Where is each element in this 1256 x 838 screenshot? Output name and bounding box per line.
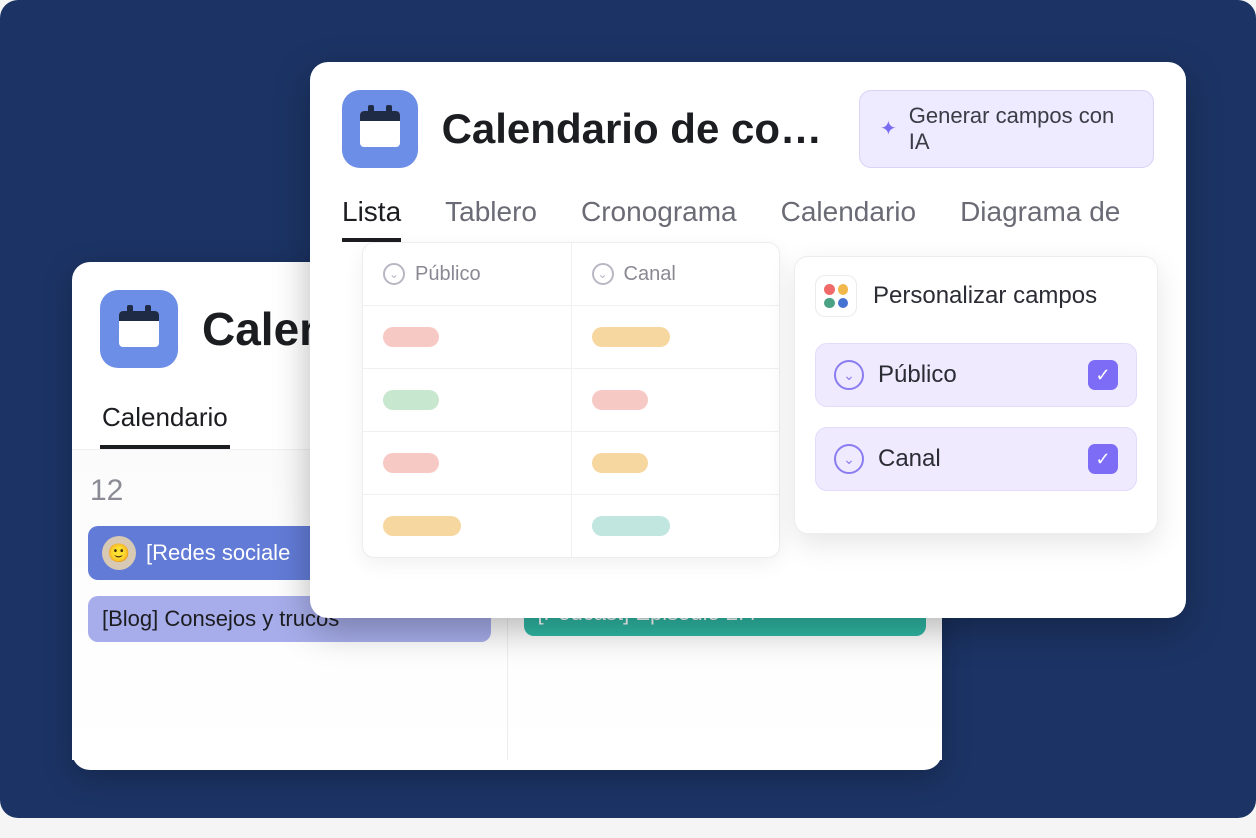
grid-cell[interactable] [363, 495, 572, 557]
grid-row [363, 369, 779, 432]
list-card-tabs: Lista Tablero Cronograma Calendario Diag… [310, 196, 1186, 242]
tab-cronograma[interactable]: Cronograma [581, 196, 737, 242]
value-pill [592, 516, 670, 536]
grid-row [363, 432, 779, 495]
chevron-down-icon: ⌄ [834, 444, 864, 474]
customize-panel-header: Personalizar campos [815, 275, 1137, 317]
tab-calendario-back[interactable]: Calendario [100, 394, 230, 449]
event-label: [Redes sociale [146, 540, 290, 566]
value-pill [592, 453, 648, 473]
list-card-header: Calendario de con… ✦ Generar campos con … [310, 90, 1186, 168]
event-label: [Blog] Consejos y trucos [102, 606, 339, 632]
grid-row [363, 495, 779, 557]
grid-header-row: ⌄ Público ⌄ Canal [363, 243, 779, 306]
grid-cell[interactable] [572, 495, 780, 557]
column-header-canal[interactable]: ⌄ Canal [572, 243, 780, 305]
value-pill [592, 390, 648, 410]
generate-fields-ai-button[interactable]: ✦ Generar campos con IA [859, 90, 1154, 168]
list-card-title: Calendario de con… [442, 105, 835, 153]
tab-calendario[interactable]: Calendario [781, 196, 916, 242]
tab-tablero[interactable]: Tablero [445, 196, 537, 242]
column-label: Canal [624, 263, 676, 286]
customize-panel-title: Personalizar campos [873, 282, 1097, 310]
field-value-grid: ⌄ Público ⌄ Canal [362, 242, 780, 558]
field-label: Público [878, 361, 957, 389]
sparkle-icon: ✦ [880, 119, 897, 139]
chevron-down-icon: ⌄ [383, 263, 405, 285]
calendar-card-title: Calen [202, 302, 327, 356]
field-label: Canal [878, 445, 941, 473]
list-card: Calendario de con… ✦ Generar campos con … [310, 62, 1186, 618]
chevron-down-icon: ⌄ [592, 263, 614, 285]
checkbox-checked-icon[interactable]: ✓ [1088, 360, 1118, 390]
value-pill [592, 327, 670, 347]
list-card-body: ⌄ Público ⌄ Canal [310, 242, 1186, 594]
ai-button-label: Generar campos con IA [909, 103, 1133, 155]
value-pill [383, 453, 439, 473]
grid-cell[interactable] [363, 432, 572, 494]
avatar: 🙂 [102, 536, 136, 570]
column-label: Público [415, 263, 481, 286]
value-pill [383, 390, 439, 410]
column-header-publico[interactable]: ⌄ Público [363, 243, 572, 305]
grid-cell[interactable] [572, 432, 780, 494]
calendar-icon [342, 90, 418, 168]
grid-cell[interactable] [572, 306, 780, 368]
value-pill [383, 516, 461, 536]
field-toggle-publico[interactable]: ⌄ Público ✓ [815, 343, 1137, 407]
grid-cell[interactable] [363, 306, 572, 368]
grid-cell[interactable] [572, 369, 780, 431]
canvas-background: Calen Calendario 12 🙂 [Redes sociale [Bl… [0, 0, 1256, 818]
tab-diagrama[interactable]: Diagrama de [960, 196, 1120, 242]
grid-row [363, 306, 779, 369]
calendar-icon [100, 290, 178, 368]
value-pill [383, 327, 439, 347]
checkbox-checked-icon[interactable]: ✓ [1088, 444, 1118, 474]
fields-multicolor-icon [815, 275, 857, 317]
grid-cell[interactable] [363, 369, 572, 431]
field-toggle-canal[interactable]: ⌄ Canal ✓ [815, 427, 1137, 491]
tab-lista[interactable]: Lista [342, 196, 401, 242]
customize-fields-panel: Personalizar campos ⌄ Público ✓ ⌄ Canal … [794, 256, 1158, 534]
chevron-down-icon: ⌄ [834, 360, 864, 390]
